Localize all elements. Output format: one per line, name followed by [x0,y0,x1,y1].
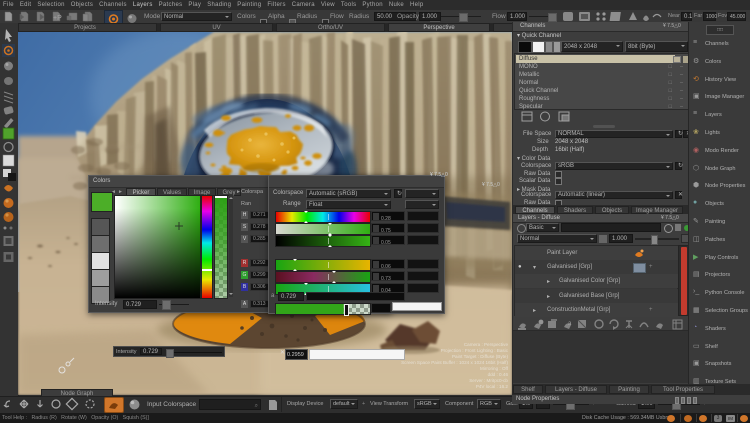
svg-text:ddd : 0.46: ddd : 0.46 [488,372,509,377]
svg-text:Screen Space Paint Buffer : 10: Screen Space Paint Buffer : 1024 x 1024 … [401,360,508,365]
svg-text:Camera : Perspective: Camera : Perspective [464,342,509,347]
svg-text:Paint Target : Diffuse (Byte): Paint Target : Diffuse (Byte) [452,354,508,359]
svg-text:+P: +P [53,15,62,22]
svg-text:Mirroring : Off: Mirroring : Off [480,366,509,371]
svg-text:Server : MriIpc0-cb: Server : MriIpc0-cb [469,378,508,383]
svg-text:¥ 7.5△0: ¥ 7.5△0 [482,182,500,188]
svg-text:a: a [568,321,572,327]
svg-text:Projection : Front Lighting :: Projection : Front Lighting : Basic [441,348,509,353]
